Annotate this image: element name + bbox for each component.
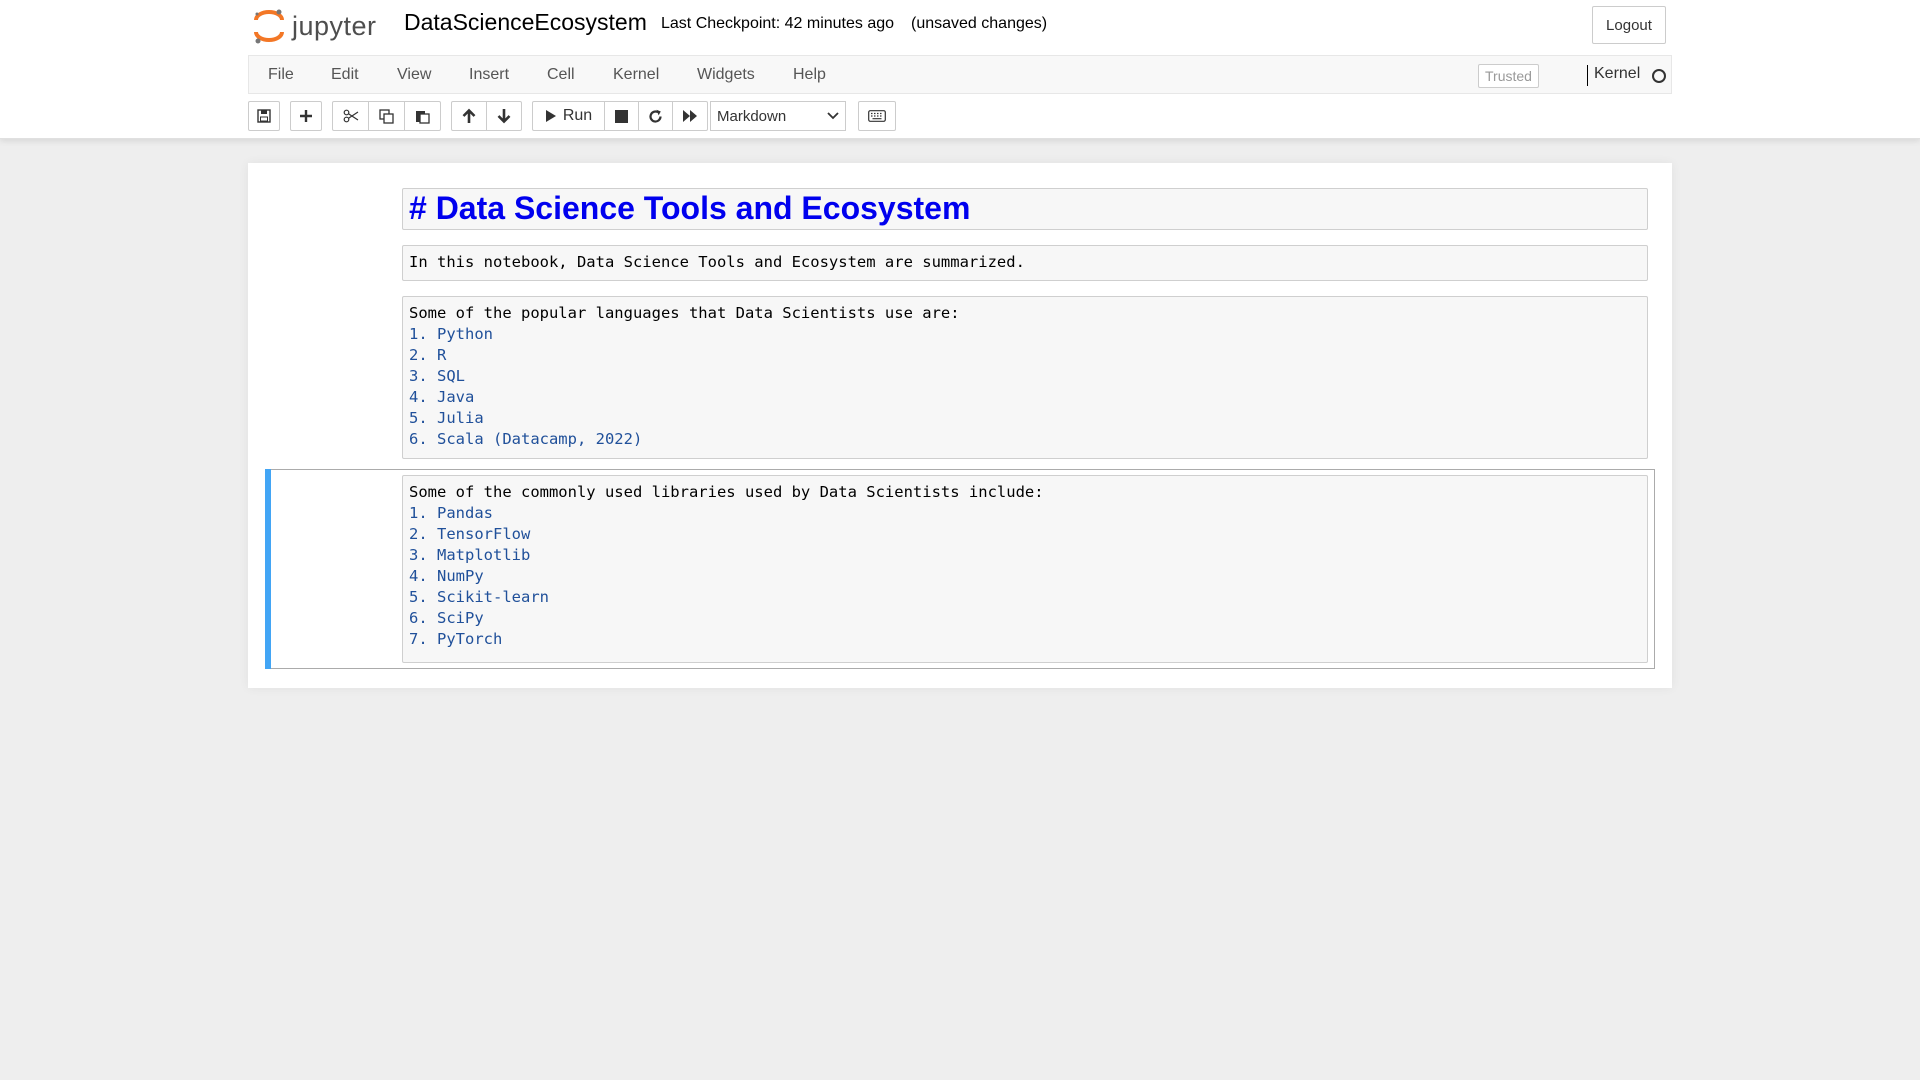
save-icon	[257, 109, 271, 123]
trusted-indicator[interactable]: Trusted	[1478, 64, 1539, 88]
cell-editor[interactable]: Some of the commonly used libraries used…	[402, 475, 1648, 663]
restart-kernel-button[interactable]	[638, 101, 673, 131]
heading-text: # Data Science Tools and Ecosystem	[409, 190, 971, 226]
arrow-down-icon	[497, 109, 511, 124]
command-palette-button[interactable]	[858, 101, 896, 131]
libraries-intro: Some of the commonly used libraries used…	[409, 483, 1044, 501]
jupyter-logo[interactable]: jupyter	[252, 6, 377, 46]
menu-view[interactable]: View	[397, 66, 431, 84]
list-item: 4. NumPy	[409, 567, 484, 585]
copy-button[interactable]	[368, 101, 405, 131]
copy-icon	[379, 108, 394, 124]
kernel-divider	[1587, 65, 1588, 86]
stop-icon	[615, 109, 628, 123]
kernel-idle-icon	[1652, 69, 1666, 83]
list-item: 3. SQL	[409, 367, 465, 385]
paste-button[interactable]	[404, 101, 441, 131]
keyboard-icon	[868, 110, 886, 122]
menu-file[interactable]: File	[268, 66, 294, 84]
notebook-container: # Data Science Tools and Ecosystem In th…	[248, 163, 1672, 688]
markdown-cell-intro[interactable]: In this notebook, Data Science Tools and…	[248, 245, 1672, 283]
languages-intro: Some of the popular languages that Data …	[409, 304, 960, 322]
markdown-cell-languages[interactable]: Some of the popular languages that Data …	[248, 296, 1672, 461]
cell-type-select[interactable]: Markdown	[710, 101, 846, 131]
fast-forward-icon	[683, 110, 697, 122]
arrow-up-icon	[462, 108, 476, 123]
cell-type-value: Markdown	[717, 107, 787, 125]
markdown-cell-libraries[interactable]: Some of the commonly used libraries used…	[248, 475, 1672, 665]
move-down-button[interactable]	[486, 101, 522, 131]
markdown-cell-heading[interactable]: # Data Science Tools and Ecosystem	[248, 188, 1672, 232]
cell-editor[interactable]: Some of the popular languages that Data …	[402, 296, 1648, 459]
menu-cell[interactable]: Cell	[547, 66, 575, 84]
list-item: 6. SciPy	[409, 609, 484, 627]
notebook-header: jupyter DataScienceEcosystem Last Checkp…	[0, 0, 1920, 139]
libraries-content: Some of the commonly used libraries used…	[409, 482, 1044, 650]
intro-text: In this notebook, Data Science Tools and…	[409, 253, 1025, 271]
list-item: 1. Python	[409, 325, 493, 343]
list-item: 5. Scikit-learn	[409, 588, 549, 606]
menu-insert[interactable]: Insert	[469, 66, 509, 84]
menu-help[interactable]: Help	[793, 66, 826, 84]
menu-edit[interactable]: Edit	[331, 66, 359, 84]
paste-icon	[416, 110, 430, 124]
jupyter-logo-icon	[254, 9, 284, 44]
move-up-button[interactable]	[451, 101, 487, 131]
menu-bar: File Edit View Insert Cell Kernel Widget…	[248, 55, 1672, 94]
checkpoint-status: Last Checkpoint: 42 minutes ago	[661, 15, 895, 32]
plus-icon	[300, 110, 312, 122]
autosave-status: (unsaved changes)	[911, 15, 1048, 32]
list-item: 2. R	[409, 346, 447, 364]
menu-widgets[interactable]: Widgets	[697, 66, 755, 84]
insert-cell-button[interactable]	[290, 101, 322, 131]
list-item: 6. Scala (Datacamp, 2022)	[409, 430, 643, 448]
play-icon	[545, 110, 556, 122]
header-row: jupyter DataScienceEcosystem Last Checkp…	[248, 0, 1672, 54]
save-button[interactable]	[248, 101, 280, 131]
refresh-icon	[649, 109, 662, 123]
cell-editor[interactable]: In this notebook, Data Science Tools and…	[402, 245, 1648, 281]
logout-button[interactable]: Logout	[1592, 6, 1666, 44]
list-item: 7. PyTorch	[409, 630, 503, 648]
cut-button[interactable]	[332, 101, 369, 131]
chevron-down-icon	[827, 112, 839, 120]
list-item: 4. Java	[409, 388, 475, 406]
cell-editor[interactable]: # Data Science Tools and Ecosystem	[402, 188, 1648, 230]
logo-text: jupyter	[292, 10, 377, 41]
list-item: 5. Julia	[409, 409, 484, 427]
run-button[interactable]: Run	[532, 101, 605, 131]
list-item: 1. Pandas	[409, 504, 493, 522]
notebook-title[interactable]: DataScienceEcosystem	[404, 9, 647, 36]
kernel-name[interactable]: Kernel	[1594, 65, 1640, 83]
run-label: Run	[562, 107, 593, 124]
restart-run-all-button[interactable]	[672, 101, 708, 131]
menu-kernel[interactable]: Kernel	[613, 66, 659, 84]
list-item: 3. Matplotlib	[409, 546, 531, 564]
list-item: 2. TensorFlow	[409, 525, 531, 543]
scissors-icon	[343, 109, 358, 123]
languages-content: Some of the popular languages that Data …	[409, 303, 960, 450]
interrupt-button[interactable]	[604, 101, 639, 131]
